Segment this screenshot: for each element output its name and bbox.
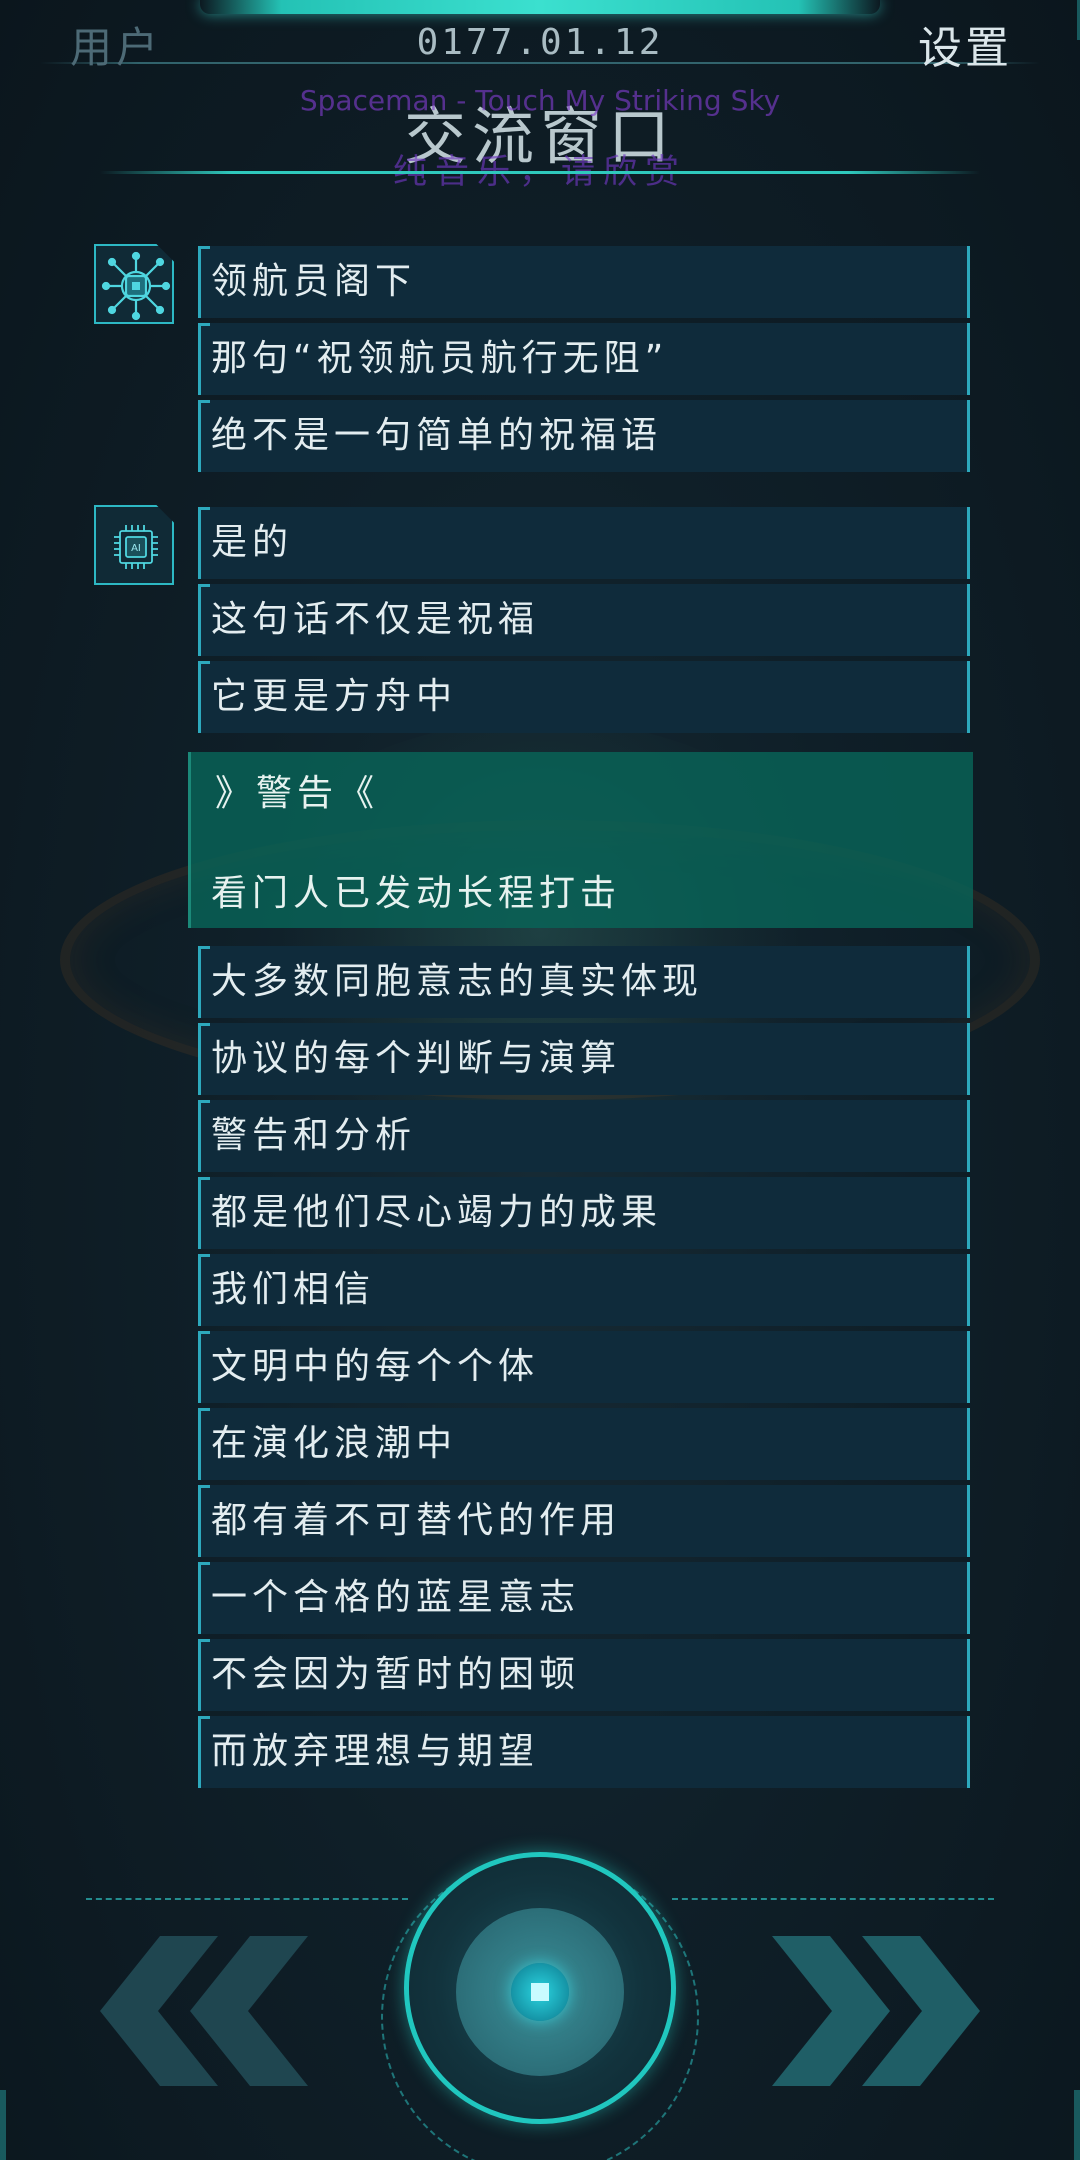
next-button[interactable]: [760, 1926, 980, 2096]
stop-icon: [531, 1983, 549, 2001]
warning-heading: 》警告《: [215, 773, 380, 814]
control-divider-left: [86, 1898, 408, 1900]
title-divider: [100, 171, 980, 174]
settings-button[interactable]: 设置: [918, 12, 1012, 76]
message-bubble: 它更是方舟中: [198, 661, 970, 733]
message-bubble: 不会因为暂时的困顿: [198, 1639, 970, 1711]
message-bubble: 那句“祝领航员航行无阻”: [198, 323, 970, 395]
message-bubble: 这句话不仅是祝福: [198, 584, 970, 656]
song-subtitle-overlay: 纯音乐，请欣赏: [393, 152, 687, 192]
app-root: 用户 0177.01.12 设置 交流窗口 Spaceman - Touch M…: [0, 0, 1080, 2160]
frame-corner: [0, 2090, 6, 2160]
control-divider-right: [672, 1898, 994, 1900]
warning-message: 》警告《 看门人已发动长程打击: [188, 752, 973, 928]
message-bubble: 在演化浪潮中: [198, 1408, 970, 1480]
message-bubble: 文明中的每个个体: [198, 1331, 970, 1403]
circuit-brain-icon: [94, 244, 174, 324]
top-glow-bar: [200, 0, 880, 14]
message-bubble: 一个合格的蓝星意志: [198, 1562, 970, 1634]
double-chevron-right-icon: [772, 1936, 980, 2086]
message-bubble: 都是他们尽心竭力的成果: [198, 1177, 970, 1249]
message-bubble: 警告和分析: [198, 1100, 970, 1172]
ai-chip-icon: AI: [94, 505, 174, 585]
message-bubble: 都有着不可替代的作用: [198, 1485, 970, 1557]
previous-button[interactable]: [100, 1926, 320, 2096]
message-bubble: 我们相信: [198, 1254, 970, 1326]
message-bubble: 协议的每个判断与演算: [198, 1023, 970, 1095]
message-bubble: 绝不是一句简单的祝福语: [198, 400, 970, 472]
message-bubble: 是的: [198, 507, 970, 579]
message-bubble: 大多数同胞意志的真实体现: [198, 946, 970, 1018]
message-bubble: 领航员阁下: [198, 246, 970, 318]
song-title-overlay: Spaceman - Touch My Striking Sky: [299, 84, 781, 117]
svg-text:AI: AI: [131, 543, 141, 554]
double-chevron-left-icon: [100, 1936, 308, 2086]
message-bubble: 而放弃理想与期望: [198, 1716, 970, 1788]
frame-corner: [1074, 2090, 1080, 2160]
warning-body: 看门人已发动长程打击: [211, 873, 622, 914]
